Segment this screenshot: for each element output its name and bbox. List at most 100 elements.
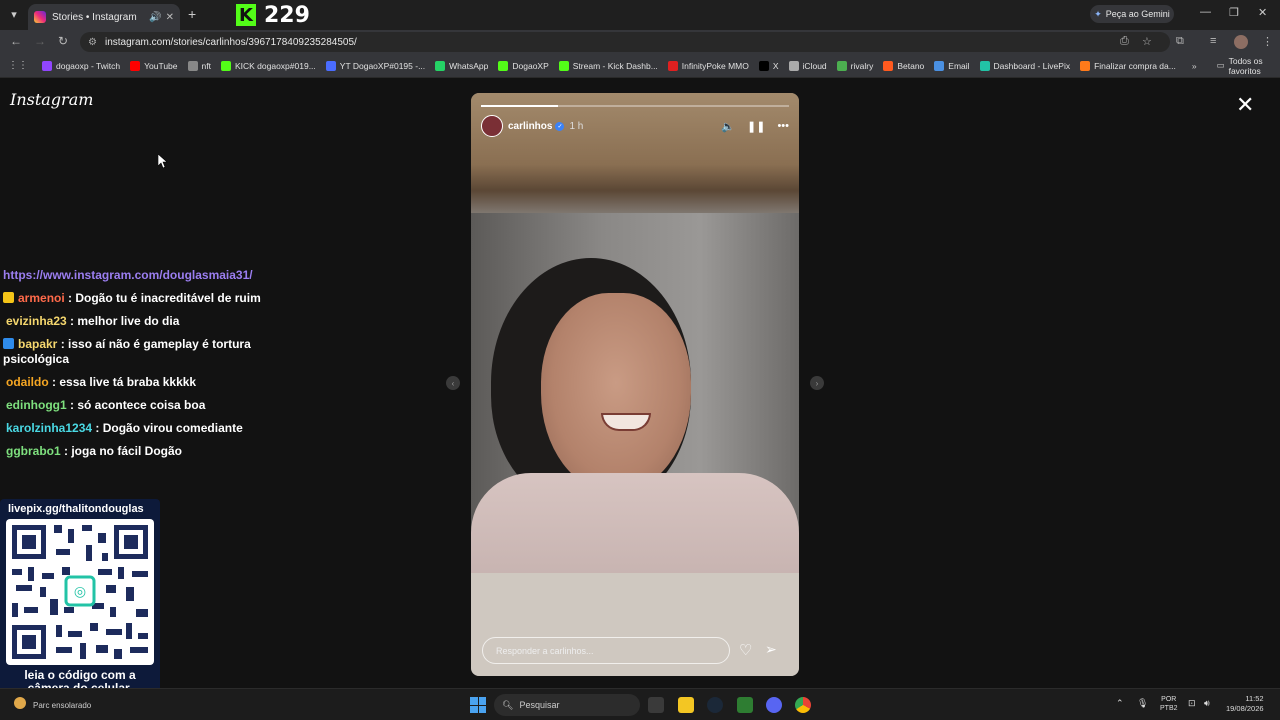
bookmark-item[interactable]: KICK dogaoxp#019... [220,60,316,71]
bookmark-item[interactable]: YT DogaoXP#0195 -... [325,60,425,71]
chat-separator: : [66,398,78,412]
chat-username[interactable]: edinhogg1 [6,398,67,412]
volume-icon[interactable]: 🔈 [721,120,735,133]
network-icon[interactable]: ⊡ [1188,698,1196,709]
bookmark-label: Betano [897,60,925,71]
speaker-icon[interactable]: 🔊 [149,12,161,23]
install-app-icon[interactable]: ⎙ [1120,35,1129,48]
speaker-volume-icon[interactable]: 🔊︎ [1204,698,1210,709]
bookmark-item[interactable]: X [758,60,779,71]
chat-separator: : [66,314,78,328]
bookmark-label: Dashboard - LivePix [993,60,1071,71]
bookmark-item[interactable]: YouTube [130,60,178,71]
instagram-logo[interactable]: Instagram [10,90,93,109]
heart-like-icon[interactable]: ♡ [739,641,752,659]
taskbar-search-placeholder: Pesquisar [519,700,560,710]
forward-arrow-icon[interactable]: → [34,34,46,48]
bookmark-item[interactable]: rivalry [836,60,873,71]
chat-text: joga no fácil Dogão [71,444,183,458]
bookmark-favicon-icon [836,60,847,71]
minimize-icon[interactable]: — [1200,6,1211,18]
story-progress-fill [481,105,558,107]
bookmark-item[interactable]: InfinityPoke MMO [667,60,749,71]
bookmark-label: Stream - Kick Dashb... [572,60,658,71]
chat-username[interactable]: armenoi [18,291,65,305]
taskbar-search[interactable]: 🔍︎ Pesquisar [494,694,640,716]
chat-link[interactable]: https://www.instagram.com/douglasmaia31/ [3,268,253,282]
chat-message: armenoi : Dogão tu é inacreditável de ru… [3,291,273,306]
tray-overflow-icon[interactable]: ⌃ [1116,698,1124,709]
send-paper-plane-icon[interactable]: ➢ [765,641,777,658]
bookmark-star-icon[interactable]: ☆ [1142,35,1152,48]
bookmark-favicon-icon [934,60,945,71]
site-info-icon[interactable]: ⚙ [88,37,97,48]
bookmark-item[interactable]: Dashboard - LivePix [979,60,1071,71]
close-tab-icon[interactable]: ✕ [166,12,174,23]
extensions-icon[interactable]: ⧉ [1176,35,1184,48]
bookmark-label: Finalizar compra da... [1094,60,1176,71]
system-clock[interactable]: 11:52 19/08/2026 [1226,694,1264,714]
chat-message: ggbrabo1 : joga no fácil Dogão [3,444,273,459]
weather-label[interactable]: Parc ensolarado [33,701,91,710]
bookmarks-overflow-icon[interactable]: » [1192,61,1197,71]
chat-link-message[interactable]: https://www.instagram.com/douglasmaia31/ [3,268,273,283]
discord-icon[interactable] [766,697,782,713]
bookmark-label: DogaoXP [512,60,549,71]
previous-story-icon[interactable]: ‹ [446,376,460,390]
next-story-icon[interactable]: › [810,376,824,390]
chat-username[interactable]: odaildo [6,375,49,389]
bookmark-item[interactable]: iCloud [788,60,827,71]
chat-username[interactable]: karolzinha1234 [6,421,92,435]
kick-viewer-overlay: K 229 [236,2,310,28]
tab-title: Stories • Instagram [52,11,137,23]
bookmark-item[interactable]: Email [934,60,970,71]
close-stories-icon[interactable]: ✕ [1236,94,1254,116]
apps-grid-icon[interactable]: ⋮⋮ [8,60,28,71]
chat-username[interactable]: bapakr [18,337,57,351]
back-arrow-icon[interactable]: ← [10,34,22,48]
file-explorer-icon[interactable] [678,697,694,713]
steam-icon[interactable] [707,697,723,713]
bookmark-favicon-icon [325,60,336,71]
story-reply-input[interactable]: Responder a carlinhos... [482,637,730,664]
bookmark-item[interactable]: Finalizar compra da... [1080,60,1176,71]
bookmark-item[interactable]: Betano [883,60,925,71]
chat-username[interactable]: evizinha23 [6,314,67,328]
story-user-avatar[interactable] [481,115,503,137]
windows-start-icon[interactable] [470,697,486,713]
windows-taskbar: Parc ensolarado 🔍︎ Pesquisar ⌃ 🎙︎ POR PT… [0,688,1280,720]
menu-kebab-icon[interactable]: ⋮ [1262,35,1273,48]
bookmark-item[interactable]: nft [187,60,211,71]
bookmark-item[interactable]: Stream - Kick Dashb... [558,60,658,71]
all-bookmarks-folder[interactable]: ▭ Todos os favoritos [1217,56,1280,76]
restore-icon[interactable]: ❐ [1229,6,1239,19]
chat-badge-icon [3,292,14,303]
new-tab-button[interactable]: + [188,6,196,22]
profile-avatar[interactable] [1234,35,1248,49]
tab-search-chevron-icon[interactable]: ▾ [4,5,24,23]
bookmark-item[interactable]: dogaoxp - Twitch [42,60,120,71]
chrome-icon[interactable] [795,697,811,713]
more-options-icon[interactable]: ••• [777,120,789,133]
weather-sun-icon[interactable] [14,697,26,709]
keyboard-language[interactable]: POR PTB2 [1160,695,1178,713]
pause-icon[interactable]: ❚❚ [747,120,765,133]
bookmark-item[interactable]: DogaoXP [498,60,549,71]
reload-icon[interactable]: ↻ [58,34,68,48]
microphone-icon[interactable]: 🎙︎ [1137,698,1148,709]
tab-instagram-stories[interactable]: Stories • Instagram 🔊 ✕ [28,4,180,30]
address-bar[interactable]: ⚙ instagram.com/stories/carlinhos/396717… [80,32,1170,52]
task-view-icon[interactable] [648,697,664,713]
media-control-icon[interactable]: ≡ [1210,35,1216,47]
ask-gemini-button[interactable]: ✦ Peça ao Gemini [1090,5,1174,23]
gemini-label: Peça ao Gemini [1105,9,1170,19]
chat-username[interactable]: ggbrabo1 [6,444,61,458]
story-card[interactable]: carlinhos ✓ 1 h 🔈 ❚❚ ••• Responder a car… [471,93,799,676]
app-green-icon[interactable] [737,697,753,713]
bookmark-item[interactable]: WhatsApp [435,60,488,71]
story-username[interactable]: carlinhos [508,121,552,132]
close-window-icon[interactable]: ✕ [1258,6,1267,19]
livepix-qr-card: livepix.gg/thalitondouglas ◎ leia o códi… [0,499,160,702]
chat-text: essa live tá braba kkkkk [59,375,197,389]
bookmark-favicon-icon [979,60,990,71]
